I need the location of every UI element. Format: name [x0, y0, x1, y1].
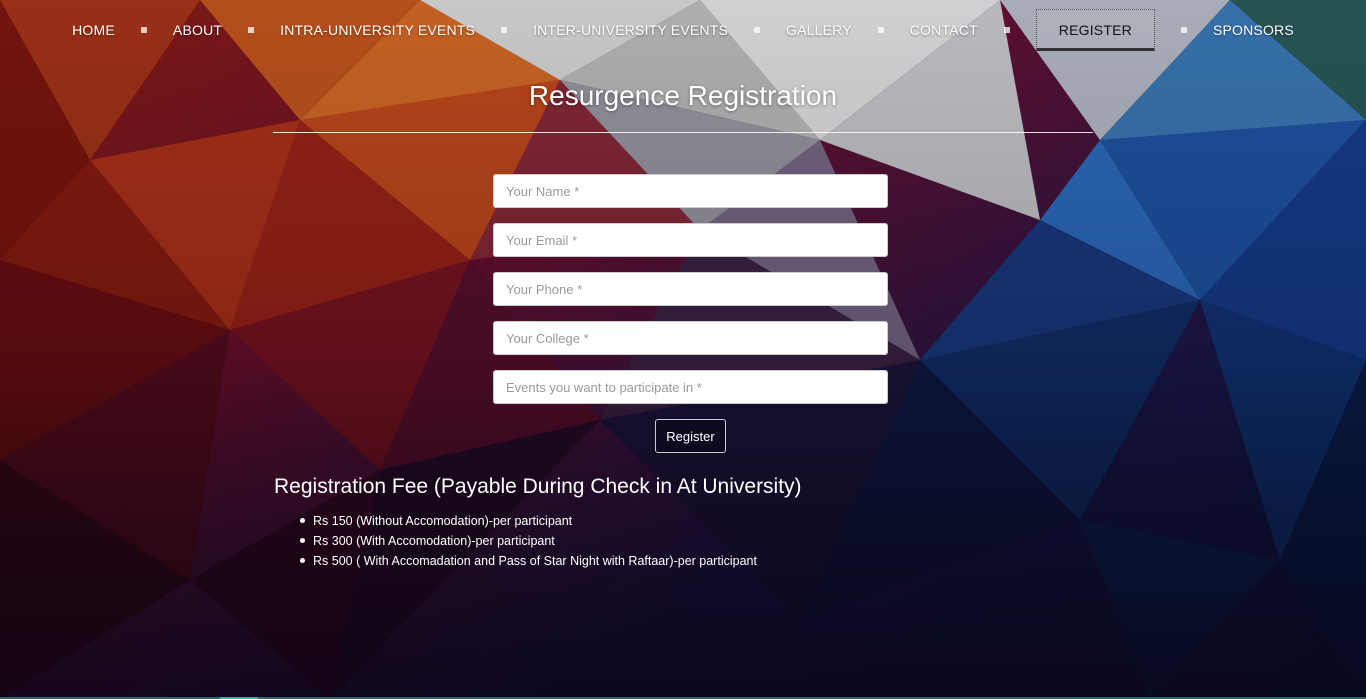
email-input[interactable]	[493, 223, 888, 257]
page-title: Resurgence Registration	[528, 80, 838, 111]
register-button[interactable]: Register	[655, 419, 726, 453]
fee-item: Rs 500 ( With Accomadation and Pass of S…	[300, 551, 757, 571]
nav-separator	[1180, 27, 1187, 33]
fee-item: Rs 150 (Without Accomodation)-per partic…	[300, 511, 757, 531]
college-input[interactable]	[493, 321, 888, 355]
nav-register[interactable]: REGISTER	[1035, 9, 1155, 51]
nav-separator	[1003, 27, 1010, 33]
fee-list: Rs 150 (Without Accomodation)-per partic…	[300, 511, 757, 571]
phone-input[interactable]	[493, 272, 888, 306]
registration-form	[493, 174, 888, 419]
nav-separator	[877, 27, 884, 33]
nav-contact[interactable]: CONTACT	[910, 14, 978, 46]
nav-home[interactable]: HOME	[72, 14, 115, 46]
title-divider	[273, 132, 1093, 133]
nav-separator	[501, 27, 508, 33]
nav-separator	[754, 27, 761, 33]
nav-sponsors[interactable]: SPONSORS	[1213, 14, 1294, 46]
fee-heading: Registration Fee (Payable During Check i…	[274, 475, 802, 498]
events-input[interactable]	[493, 370, 888, 404]
nav-separator	[248, 27, 255, 33]
nav-intra-university-events[interactable]: INTRA-UNIVERSITY EVENTS	[280, 14, 475, 46]
nav-about[interactable]: ABOUT	[173, 14, 222, 46]
name-input[interactable]	[493, 174, 888, 208]
fee-item: Rs 300 (With Accomodation)-per participa…	[300, 531, 757, 551]
nav-inter-university-events[interactable]: INTER-UNIVERSITY EVENTS	[533, 14, 728, 46]
nav-gallery[interactable]: GALLERY	[786, 14, 852, 46]
nav-separator	[140, 27, 147, 33]
main-nav: HOME ABOUT INTRA-UNIVERSITY EVENTS INTER…	[0, 0, 1366, 60]
